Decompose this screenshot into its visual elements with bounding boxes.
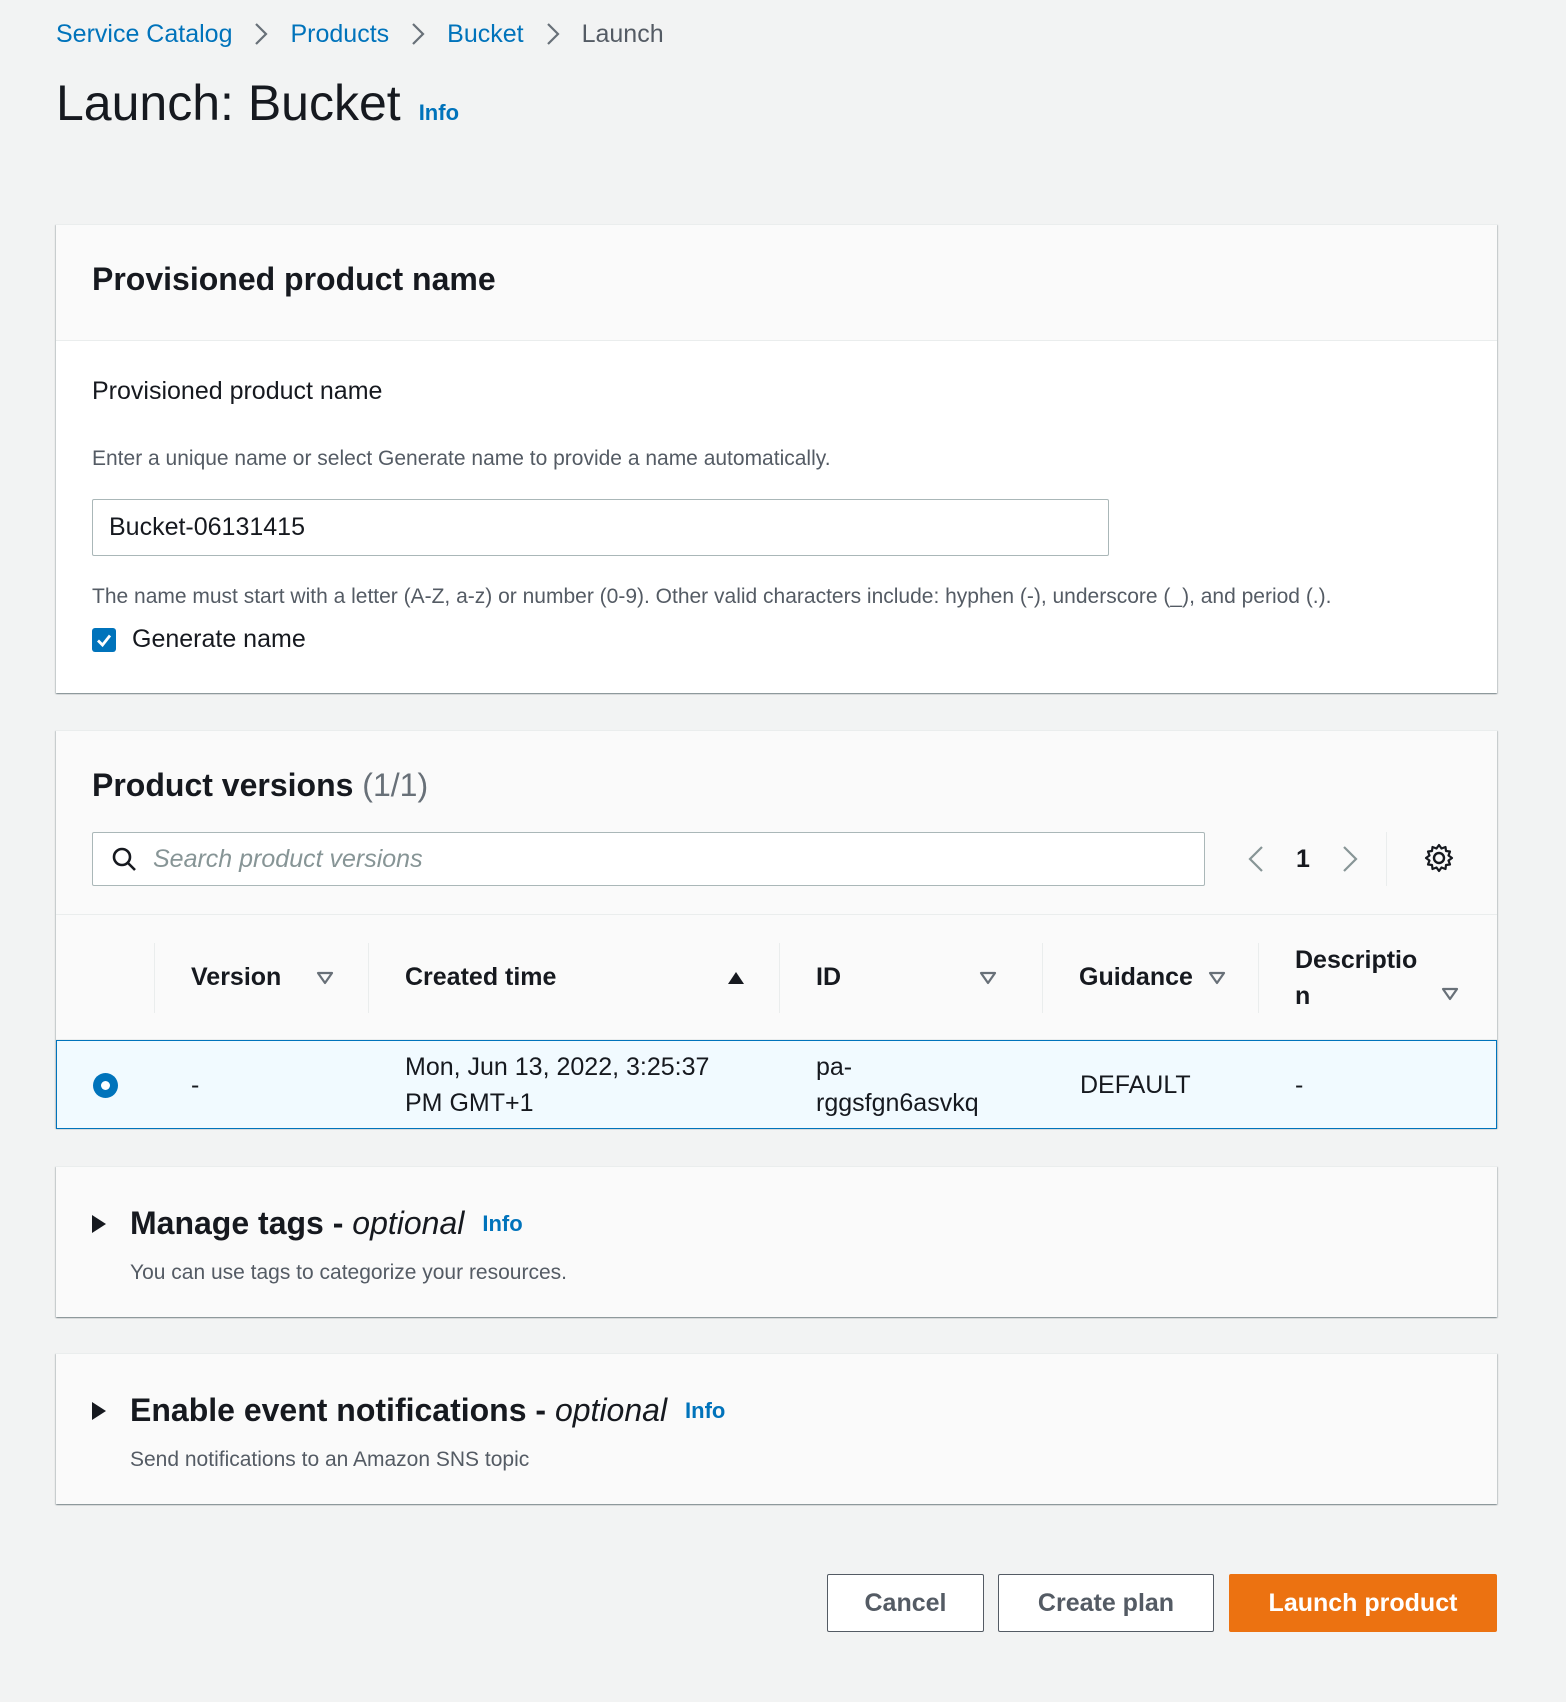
- chevron-right-icon[interactable]: [1330, 845, 1370, 873]
- chevron-right-icon: [546, 22, 560, 46]
- search-icon: [111, 846, 137, 872]
- column-divider: [1258, 943, 1259, 1013]
- column-label: ID: [816, 963, 841, 991]
- column-label: Created time: [405, 963, 557, 991]
- event-notifications-panel: Enable event notifications - optional In…: [56, 1353, 1497, 1504]
- page-number[interactable]: 1: [1296, 845, 1310, 874]
- cell-description: -: [1295, 1071, 1304, 1099]
- cancel-button[interactable]: Cancel: [827, 1574, 984, 1632]
- field-label: Provisioned product name: [92, 377, 383, 405]
- breadcrumb-current: Launch: [581, 19, 664, 48]
- cell-guidance: DEFAULT: [1080, 1071, 1191, 1099]
- info-link[interactable]: Info: [482, 1211, 522, 1237]
- table-header: Version Created time ID Guidance Descrip…: [56, 915, 1497, 1040]
- product-versions-panel: Product versions (1/1) 1: [56, 730, 1497, 1129]
- field-constraint: The name must start with a letter (A-Z, …: [92, 585, 1332, 608]
- column-guidance[interactable]: Guidance: [1042, 915, 1258, 1040]
- page-title: Launch: Bucket: [56, 75, 401, 131]
- caret-right-icon: [92, 1401, 106, 1420]
- sort-down-icon[interactable]: [979, 971, 997, 985]
- search-box[interactable]: [92, 832, 1205, 886]
- breadcrumb-bucket[interactable]: Bucket: [447, 20, 523, 49]
- column-divider: [368, 943, 369, 1013]
- panel-title: Product versions (1/1): [92, 767, 428, 804]
- gear-icon[interactable]: [1424, 843, 1454, 878]
- chevron-right-icon: [254, 22, 269, 46]
- event-notifications-description: Send notifications to an Amazon SNS topi…: [130, 1448, 530, 1471]
- column-version[interactable]: Version: [154, 915, 368, 1040]
- event-notifications-toggle[interactable]: Enable event notifications - optional In…: [92, 1392, 725, 1429]
- generate-name-checkbox-row[interactable]: Generate name: [92, 625, 306, 654]
- page-header: Launch: Bucket Info: [56, 74, 459, 132]
- panel-header: Provisioned product name: [56, 225, 1497, 341]
- create-plan-button[interactable]: Create plan: [998, 1574, 1214, 1632]
- divider: [1385, 832, 1387, 886]
- cell-id-line: pa-: [816, 1053, 853, 1081]
- table-row[interactable]: - Mon, Jun 13, 2022, 3:25:37 PM GMT+1 pa…: [56, 1040, 1497, 1129]
- panel-title: Provisioned product name: [92, 261, 496, 297]
- column-id[interactable]: ID: [779, 915, 1042, 1040]
- panel-header: Product versions (1/1) 1: [56, 731, 1497, 915]
- column-label: Descriptio n: [1295, 945, 1418, 1010]
- caret-right-icon: [92, 1214, 106, 1233]
- generate-name-label: Generate name: [132, 625, 306, 653]
- launch-product-button[interactable]: Launch product: [1229, 1574, 1497, 1632]
- checkmark-icon: [97, 634, 112, 647]
- cell-created-time: Mon, Jun 13, 2022, 3:25:37 PM GMT+1: [405, 1049, 709, 1121]
- column-divider: [779, 943, 780, 1013]
- manage-tags-description: You can use tags to categorize your reso…: [130, 1261, 567, 1284]
- chevron-left-icon[interactable]: [1236, 845, 1276, 873]
- sort-down-icon[interactable]: [316, 971, 334, 985]
- cell-id: pa- rggsfgn6asvkq: [816, 1049, 979, 1121]
- event-notifications-title: Enable event notifications - optional: [130, 1392, 668, 1428]
- breadcrumb-service-catalog[interactable]: Service Catalog: [56, 20, 232, 49]
- manage-tags-title: Manage tags - optional: [130, 1205, 465, 1241]
- row-radio-button[interactable]: [93, 1073, 118, 1098]
- versions-title: Product versions: [92, 767, 354, 803]
- column-created-time[interactable]: Created time: [368, 915, 779, 1040]
- pagination: 1: [1236, 832, 1387, 886]
- column-divider: [154, 943, 155, 1013]
- manage-tags-panel: Manage tags - optional Info You can use …: [56, 1166, 1497, 1317]
- cell-created-line: PM GMT+1: [405, 1089, 534, 1117]
- provisioned-name-input[interactable]: [92, 499, 1109, 556]
- breadcrumb: Service Catalog Products Bucket Launch: [56, 14, 664, 54]
- sort-down-icon[interactable]: [1208, 971, 1226, 985]
- cell-created-line: Mon, Jun 13, 2022, 3:25:37: [405, 1053, 710, 1081]
- sort-up-icon[interactable]: [726, 970, 746, 986]
- field-description: Enter a unique name or select Generate n…: [92, 447, 831, 470]
- column-label: Version: [191, 963, 282, 991]
- search-input[interactable]: [151, 843, 1051, 875]
- manage-tags-toggle[interactable]: Manage tags - optional Info: [92, 1205, 523, 1242]
- versions-count: (1/1): [362, 767, 429, 803]
- column-description[interactable]: Descriptio n: [1258, 915, 1497, 1040]
- generate-name-checkbox[interactable]: [92, 627, 116, 652]
- sort-down-icon[interactable]: [1441, 987, 1459, 1001]
- info-link[interactable]: Info: [419, 100, 459, 126]
- cell-id-line: rggsfgn6asvkq: [816, 1089, 979, 1117]
- column-label: Guidance: [1079, 963, 1193, 991]
- info-link[interactable]: Info: [685, 1398, 725, 1424]
- cell-version: -: [191, 1071, 200, 1099]
- breadcrumb-products[interactable]: Products: [290, 20, 389, 49]
- column-divider: [1042, 943, 1043, 1013]
- chevron-right-icon: [411, 22, 425, 46]
- provisioned-name-panel: Provisioned product name Provisioned pro…: [56, 224, 1497, 693]
